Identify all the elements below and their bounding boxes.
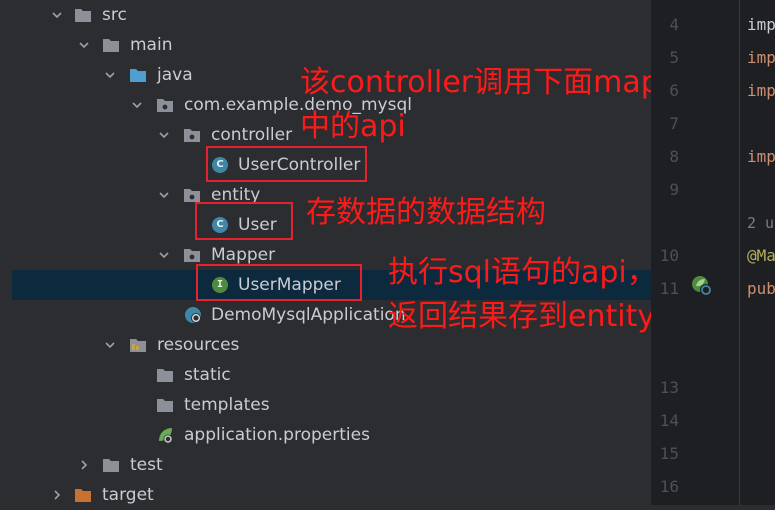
- line-number: 4: [669, 15, 679, 34]
- chevron-right-icon[interactable]: [79, 460, 89, 470]
- excluded-folder-icon: [74, 486, 92, 504]
- tree-item-label: target: [102, 485, 154, 505]
- annotation-entity-note: 存数据的数据结构: [306, 195, 546, 230]
- line-number: 11: [659, 279, 679, 298]
- tree-item-label: main: [130, 35, 173, 55]
- folder-icon: [156, 366, 174, 384]
- project-tree-panel: src main java com.example.demo_mysql con…: [0, 0, 710, 505]
- folder-icon: [74, 6, 92, 24]
- tree-item-test[interactable]: test: [0, 450, 651, 480]
- annotation-mapper-note-continued: 返回结果存到entity: [388, 299, 656, 334]
- line-number: 7: [669, 114, 679, 133]
- tree-item-static[interactable]: static: [0, 360, 651, 390]
- line-number: 9: [669, 180, 679, 199]
- chevron-right-icon[interactable]: [52, 490, 62, 500]
- tree-item-label: Mapper: [211, 245, 276, 265]
- annotation-box-user-controller: [206, 146, 367, 182]
- resources-folder-icon: [129, 336, 147, 354]
- chevron-down-icon[interactable]: [105, 340, 115, 350]
- tree-item-label: src: [102, 5, 127, 25]
- line-number: 6: [669, 81, 679, 100]
- folder-icon: [102, 36, 120, 54]
- line-number: 5: [669, 48, 679, 67]
- package-icon: [183, 246, 201, 264]
- tree-item-label: application.properties: [184, 425, 370, 445]
- tree-item-resources[interactable]: resources: [0, 330, 651, 360]
- source-folder-icon: [129, 66, 147, 84]
- chevron-down-icon[interactable]: [159, 250, 169, 260]
- annotation-controller-note-continued: 中的api: [300, 109, 406, 144]
- code-line: imp: [747, 147, 775, 166]
- tree-item-templates[interactable]: templates: [0, 390, 651, 420]
- folder-icon: [156, 396, 174, 414]
- usage-hint[interactable]: 2 u: [747, 213, 774, 233]
- tree-item-main[interactable]: main: [0, 30, 651, 60]
- tree-item-src[interactable]: src: [0, 0, 651, 30]
- chevron-down-icon[interactable]: [52, 10, 62, 20]
- code-line: imp: [747, 15, 775, 34]
- spring-boot-class-icon: [184, 306, 202, 324]
- tree-item-label: static: [184, 365, 231, 385]
- line-number: 16: [659, 477, 679, 496]
- code-editor[interactable]: imp imp imp imp 2 u @Ma pub: [741, 0, 775, 505]
- line-number: 14: [659, 411, 679, 430]
- code-line: imp: [747, 48, 775, 67]
- chevron-down-icon[interactable]: [132, 100, 142, 110]
- code-line: pub: [747, 279, 775, 298]
- line-number: 15: [659, 444, 679, 463]
- annotation-box-user: [195, 202, 293, 240]
- annotation-mapper-note: 执行sql语句的api，: [388, 255, 657, 290]
- folder-icon: [102, 456, 120, 474]
- line-number: 10: [659, 246, 679, 265]
- tree-item-label: test: [130, 455, 163, 475]
- tree-item-label: java: [157, 65, 193, 85]
- gutter-divider: [739, 0, 740, 505]
- line-number: 8: [669, 147, 679, 166]
- tree-item-target[interactable]: target: [0, 480, 651, 510]
- annotation-controller-note: 该controller调用下面mapper: [300, 65, 710, 100]
- package-icon: [156, 96, 174, 114]
- chevron-down-icon[interactable]: [79, 40, 89, 50]
- tree-item-label: resources: [157, 335, 240, 355]
- spring-properties-icon: [156, 426, 174, 444]
- chevron-down-icon[interactable]: [159, 130, 169, 140]
- tree-item-label: templates: [184, 395, 270, 415]
- line-number: 13: [659, 378, 679, 397]
- chevron-down-icon[interactable]: [105, 70, 115, 80]
- annotation-box-user-mapper: [196, 264, 362, 301]
- code-line: @Ma: [747, 246, 775, 265]
- spring-bean-gutter-icon[interactable]: [690, 274, 714, 298]
- line-number-gutter: 4 5 6 7 8 9 10 11 13 14 15 16: [651, 0, 741, 505]
- chevron-down-icon[interactable]: [159, 190, 169, 200]
- package-icon: [183, 126, 201, 144]
- code-line: imp: [747, 81, 775, 100]
- tree-item-label: controller: [211, 125, 293, 145]
- tree-item-label: DemoMysqlApplication: [211, 305, 406, 325]
- tree-item-application-properties[interactable]: application.properties: [0, 420, 651, 450]
